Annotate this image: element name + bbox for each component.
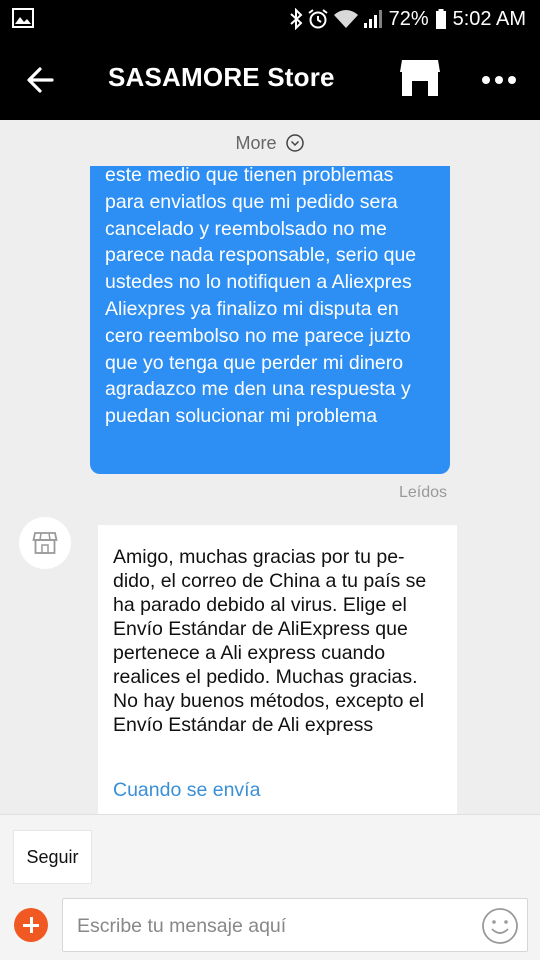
store-icon[interactable]: [398, 58, 442, 100]
store-avatar-icon: [32, 532, 58, 554]
status-bar: 72% 5:02 AM: [0, 0, 540, 38]
battery-percent: 72%: [388, 7, 429, 30]
more-options-icon[interactable]: [474, 62, 524, 98]
read-status: Leídos: [398, 484, 447, 501]
outgoing-message-bubble: este medio que tienen problemas para env…: [90, 126, 450, 474]
battery-icon: [435, 9, 446, 29]
composer-area: Seguir: [0, 814, 540, 960]
chevron-down-icon: [285, 134, 304, 152]
incoming-message-bubble: Amigo, muchas gracias por tu pe-dido, el…: [98, 525, 457, 814]
message-input-container[interactable]: [62, 898, 528, 952]
incoming-message-text: Amigo, muchas gracias por tu pe-dido, el…: [113, 546, 427, 736]
app-header: SASAMORE Store: [0, 38, 540, 120]
store-avatar[interactable]: [19, 517, 71, 569]
bluetooth-icon: [289, 8, 303, 30]
chat-area[interactable]: More este medio que tienen problemas par…: [0, 120, 540, 814]
shipping-link[interactable]: Cuando se envía: [113, 779, 260, 802]
gallery-notification-icon: [12, 8, 34, 28]
alarm-icon: [307, 9, 328, 29]
back-arrow-icon[interactable]: [22, 60, 62, 100]
load-more-button[interactable]: More: [0, 120, 540, 166]
wifi-icon: [333, 10, 358, 28]
page-title: SASAMORE Store: [108, 62, 335, 92]
clock-time: 5:02 AM: [452, 7, 526, 30]
add-attachment-button[interactable]: [14, 908, 48, 942]
emoji-icon[interactable]: [481, 907, 519, 945]
follow-button[interactable]: Seguir: [13, 830, 92, 884]
signal-icon: [363, 10, 382, 28]
load-more-label: More: [235, 132, 277, 153]
message-input[interactable]: [77, 911, 467, 941]
